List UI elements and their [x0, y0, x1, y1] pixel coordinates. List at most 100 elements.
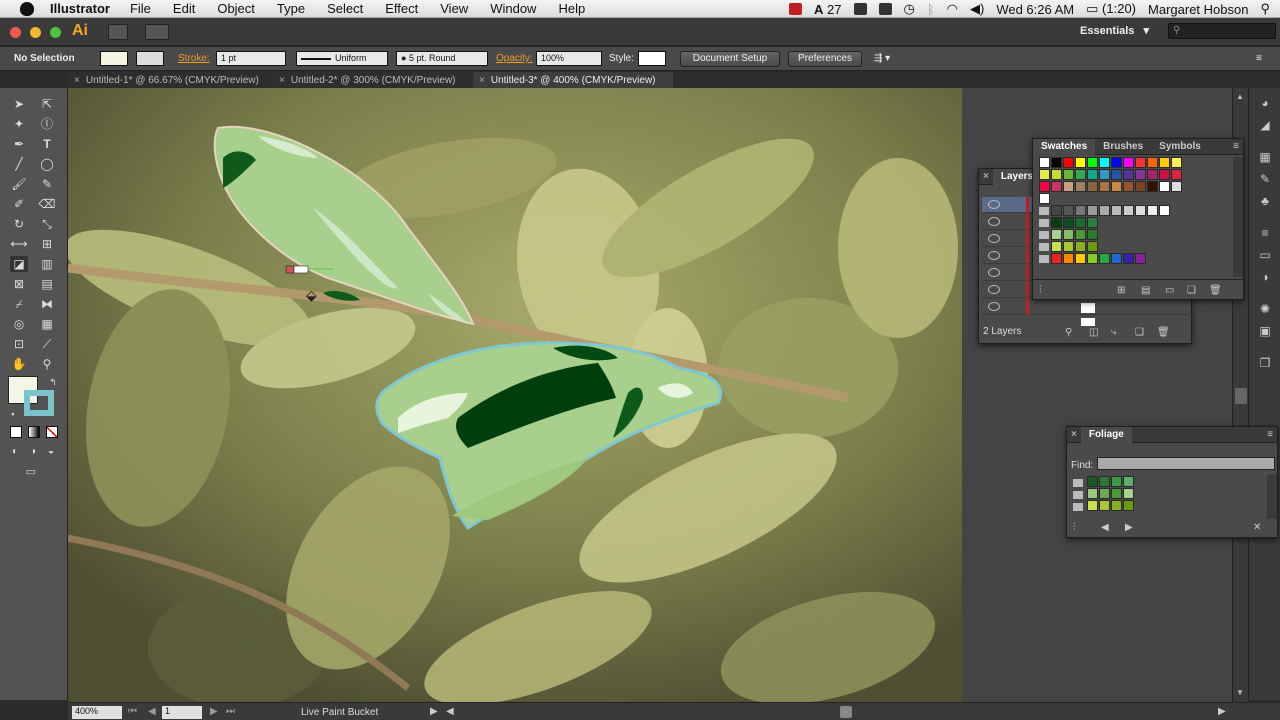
- color-swatch[interactable]: [1087, 241, 1098, 252]
- color-swatch[interactable]: [1039, 157, 1050, 168]
- color-swatch[interactable]: [1159, 169, 1170, 180]
- gradient-tool-icon[interactable]: ▤: [38, 276, 56, 292]
- color-swatch[interactable]: [1063, 169, 1074, 180]
- arrange-documents-button[interactable]: [145, 24, 169, 40]
- first-artboard-icon[interactable]: ⏮: [128, 706, 137, 717]
- color-swatch[interactable]: [1051, 205, 1062, 216]
- color-swatch[interactable]: [1099, 205, 1110, 216]
- tab-foliage[interactable]: Foliage: [1080, 426, 1132, 443]
- live-paint-bucket-tool-icon[interactable]: ◪: [10, 256, 28, 272]
- color-swatch[interactable]: [1087, 488, 1098, 499]
- eye-icon[interactable]: [988, 234, 1000, 243]
- color-swatch[interactable]: [1051, 253, 1062, 264]
- magic-wand-tool-icon[interactable]: ✦: [10, 116, 28, 132]
- color-swatch[interactable]: [1075, 217, 1086, 228]
- line-tool-icon[interactable]: ╱: [10, 156, 28, 172]
- last-artboard-icon[interactable]: ⏭: [226, 706, 235, 717]
- tab-symbols[interactable]: Symbols: [1151, 141, 1209, 152]
- tab-brushes[interactable]: Brushes: [1095, 141, 1151, 152]
- width-tool-icon[interactable]: ⟷: [10, 236, 28, 252]
- delete-swatch-icon[interactable]: 🗑: [1209, 285, 1222, 296]
- scale-tool-icon[interactable]: ⤡: [38, 216, 56, 232]
- color-swatch[interactable]: [1051, 169, 1062, 180]
- swap-fill-stroke-icon[interactable]: ↰: [44, 374, 62, 390]
- bluetooth-icon[interactable]: ᛒ: [927, 2, 935, 17]
- stroke-label[interactable]: Stroke:: [178, 53, 210, 64]
- previous-library-icon[interactable]: ◀: [1101, 522, 1109, 533]
- column-graph-tool-icon[interactable]: ▥: [38, 256, 56, 272]
- color-swatch[interactable]: [1051, 157, 1062, 168]
- new-sublayer-icon[interactable]: ⤷: [1111, 327, 1117, 338]
- draw-inside-icon[interactable]: ◒: [42, 444, 60, 460]
- graphic-styles-panel-icon[interactable]: ▣: [1258, 324, 1272, 338]
- color-swatch[interactable]: [1087, 476, 1098, 487]
- blob-brush-tool-icon[interactable]: ✐: [10, 196, 28, 212]
- none-mode-icon[interactable]: [46, 426, 58, 438]
- stroke-swatch[interactable]: [24, 390, 54, 416]
- color-swatch[interactable]: [1063, 157, 1074, 168]
- time-machine-icon[interactable]: ◷: [904, 1, 915, 17]
- wifi-icon[interactable]: ◠: [947, 1, 958, 17]
- swatches-panel-icon[interactable]: ▦: [1258, 150, 1272, 164]
- color-mode-icon[interactable]: [10, 426, 22, 438]
- opacity-field[interactable]: 100%: [536, 51, 602, 66]
- clock[interactable]: Wed 6:26 AM: [996, 2, 1074, 17]
- show-kinds-icon[interactable]: ⊞: [1117, 285, 1125, 296]
- artboard-number-field[interactable]: 1: [162, 706, 202, 719]
- eye-icon[interactable]: [988, 268, 1000, 277]
- symbol-sprayer-tool-icon[interactable]: ◎: [10, 316, 28, 332]
- brush-definition-select[interactable]: ● 5 pt. Round: [396, 51, 488, 66]
- vertical-scroll-thumb[interactable]: [1235, 388, 1247, 404]
- close-panel-icon[interactable]: ×: [979, 171, 993, 182]
- mesh-tool-icon[interactable]: ⊠: [10, 276, 28, 292]
- close-tab-icon[interactable]: ×: [279, 75, 285, 86]
- color-swatch[interactable]: [1063, 229, 1074, 240]
- color-swatch[interactable]: [1063, 241, 1074, 252]
- battery-icon[interactable]: ▭ (1:20): [1086, 1, 1136, 17]
- color-swatch[interactable]: [1063, 253, 1074, 264]
- paintbrush-tool-icon[interactable]: 🖌: [10, 176, 28, 192]
- color-swatch[interactable]: [1087, 169, 1098, 180]
- color-swatch[interactable]: [1063, 217, 1074, 228]
- color-swatch[interactable]: [1099, 253, 1110, 264]
- opacity-label[interactable]: Opacity:: [496, 53, 533, 64]
- color-swatch[interactable]: [1099, 476, 1110, 487]
- color-swatch[interactable]: [1135, 157, 1146, 168]
- color-swatch[interactable]: [1111, 488, 1122, 499]
- delete-layer-icon[interactable]: 🗑: [1157, 327, 1170, 338]
- color-swatch[interactable]: [1111, 253, 1122, 264]
- color-swatch[interactable]: [1171, 157, 1182, 168]
- color-swatch[interactable]: [1123, 476, 1134, 487]
- menu-help[interactable]: Help: [558, 1, 585, 16]
- direct-selection-tool-icon[interactable]: ⇱: [38, 96, 56, 112]
- menu-select[interactable]: Select: [327, 1, 363, 16]
- close-tab-icon[interactable]: ×: [479, 75, 485, 86]
- layers-panel-icon[interactable]: ❐: [1258, 356, 1272, 370]
- color-group-folder-icon[interactable]: [1039, 243, 1049, 251]
- color-swatch[interactable]: [1099, 488, 1110, 499]
- panel-menu-icon[interactable]: ≡: [1267, 429, 1277, 440]
- color-swatch[interactable]: [1111, 476, 1122, 487]
- color-swatch[interactable]: [1111, 169, 1122, 180]
- color-swatch[interactable]: [1039, 193, 1050, 204]
- slice-tool-icon[interactable]: ⟋: [38, 336, 56, 352]
- color-swatch[interactable]: [1099, 157, 1110, 168]
- tab-untitled-1[interactable]: × Untitled-1* @ 66.67% (CMYK/Preview): [68, 72, 273, 89]
- eye-icon[interactable]: [988, 217, 1000, 226]
- color-swatch[interactable]: [1147, 181, 1158, 192]
- menu-window[interactable]: Window: [490, 1, 536, 16]
- color-swatch[interactable]: [1075, 241, 1086, 252]
- pencil-tool-icon[interactable]: ✎: [38, 176, 56, 192]
- color-group-folder-icon[interactable]: [1039, 255, 1049, 263]
- color-swatch[interactable]: [1039, 169, 1050, 180]
- color-swatch[interactable]: [1075, 157, 1086, 168]
- color-swatch[interactable]: [1111, 157, 1122, 168]
- stroke-panel-icon[interactable]: ≡: [1258, 226, 1272, 240]
- color-group-folder-icon[interactable]: [1039, 231, 1049, 239]
- color-swatch[interactable]: [1051, 229, 1062, 240]
- color-swatch[interactable]: [1051, 181, 1062, 192]
- color-swatch[interactable]: [1051, 217, 1062, 228]
- color-swatch[interactable]: [1075, 181, 1086, 192]
- color-swatch[interactable]: [1159, 157, 1170, 168]
- variable-width-profile-select[interactable]: Uniform: [296, 51, 388, 66]
